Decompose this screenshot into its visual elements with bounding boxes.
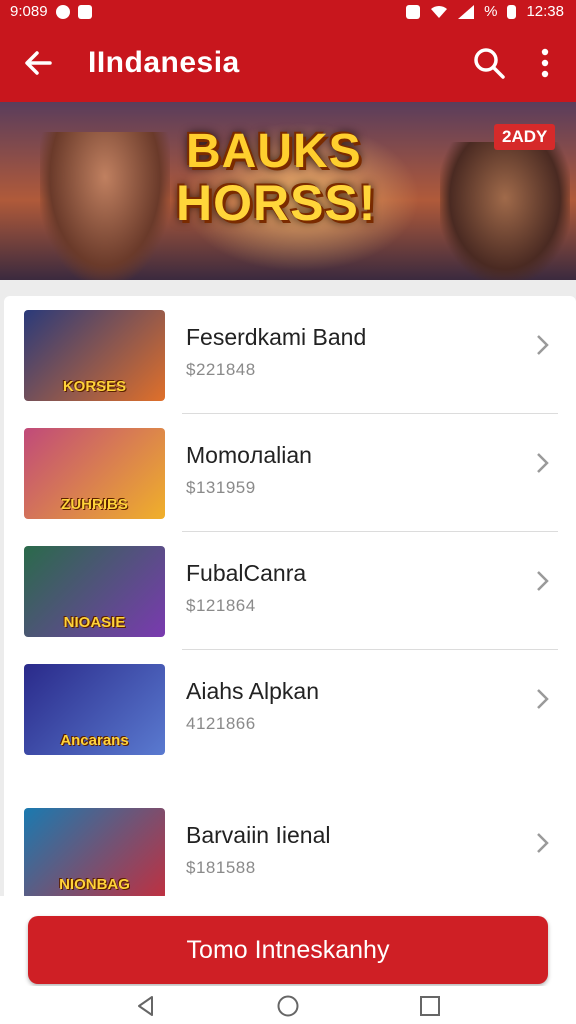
status-time: 9:089	[10, 3, 48, 20]
battery-percent: %	[484, 3, 498, 20]
status-right: % 12:38	[406, 3, 564, 20]
more-vert-icon[interactable]	[530, 46, 560, 80]
wifi-icon	[431, 5, 448, 18]
signal-icon	[458, 4, 475, 19]
chevron-right-icon	[537, 571, 549, 591]
system-nav-bar	[0, 986, 576, 1024]
battery-icon	[507, 4, 517, 19]
list-item[interactable]: KORSES Feserdkami Band $221848	[4, 296, 576, 414]
game-list: KORSES Feserdkami Band $221848 ZUHRIBS M…	[4, 296, 576, 896]
mail-icon	[77, 4, 92, 19]
game-thumbnail: ZUHRIBS	[24, 428, 165, 519]
page-title: IIndanesia	[88, 46, 240, 79]
recents-square-icon[interactable]	[418, 994, 442, 1018]
item-price: $181588	[186, 858, 256, 877]
list-item[interactable]: NIONBAG Barvaiin Iienal $181588	[4, 794, 576, 896]
game-thumbnail: NIOASIE	[24, 546, 165, 637]
status-left: 9:089	[10, 3, 92, 20]
messenger-icon	[55, 4, 70, 19]
status-clock: 12:38	[526, 3, 564, 20]
thumbnail-label: NIOASIE	[63, 614, 126, 631]
item-price: $131959	[186, 478, 256, 497]
banner-logo-line2: HORSS!	[176, 175, 377, 231]
item-price: $221848	[186, 360, 256, 379]
game-thumbnail: KORSES	[24, 310, 165, 401]
search-icon[interactable]	[472, 46, 506, 80]
item-price: $121864	[186, 596, 256, 615]
item-name: Feserdkami Band	[186, 324, 367, 350]
banner-logo-line1: BAUKS	[186, 125, 362, 178]
chevron-right-icon	[537, 689, 549, 709]
thumbnail-label: NIONBAG	[59, 876, 130, 893]
chevron-right-icon	[537, 335, 549, 355]
thumbnail-label: KORSES	[62, 378, 127, 395]
home-circle-icon[interactable]	[276, 994, 300, 1018]
thumbnail-label: ZUHRIBS	[61, 496, 128, 513]
item-name: Aiahs Alpkan	[186, 678, 319, 704]
item-name: Barvaiin Iienal	[186, 822, 331, 848]
thumbnail-label: Ancarans	[60, 732, 129, 749]
list-item[interactable]: NIOASIE FubalCanra $121864	[4, 532, 576, 650]
banner-badge: 2ADY	[494, 124, 556, 150]
back-triangle-icon[interactable]	[134, 994, 158, 1018]
status-bar: 9:089 % 12:38	[0, 0, 576, 24]
primary-cta-button[interactable]: Tomo Intneskanhy	[28, 916, 548, 984]
game-thumbnail: Ancarans	[24, 664, 165, 755]
app-bar: IIndanesia	[0, 24, 576, 102]
arrow-left-icon[interactable]	[20, 45, 56, 81]
notification-icon	[406, 4, 421, 19]
list-item[interactable]: ZUHRIBS Momoлalian $131959	[4, 414, 576, 532]
list-item[interactable]: Ancarans Aiahs Alpkan 4121866	[4, 650, 576, 768]
chevron-right-icon	[537, 453, 549, 473]
item-price: 4121866	[186, 714, 256, 733]
chevron-right-icon	[537, 833, 549, 853]
item-name: FubalCanra	[186, 560, 307, 586]
item-name: Momoлalian	[186, 442, 312, 468]
game-thumbnail: NIONBAG	[24, 808, 165, 896]
banner-overlay: 2ADY BAUKS HORSS!	[0, 102, 576, 280]
